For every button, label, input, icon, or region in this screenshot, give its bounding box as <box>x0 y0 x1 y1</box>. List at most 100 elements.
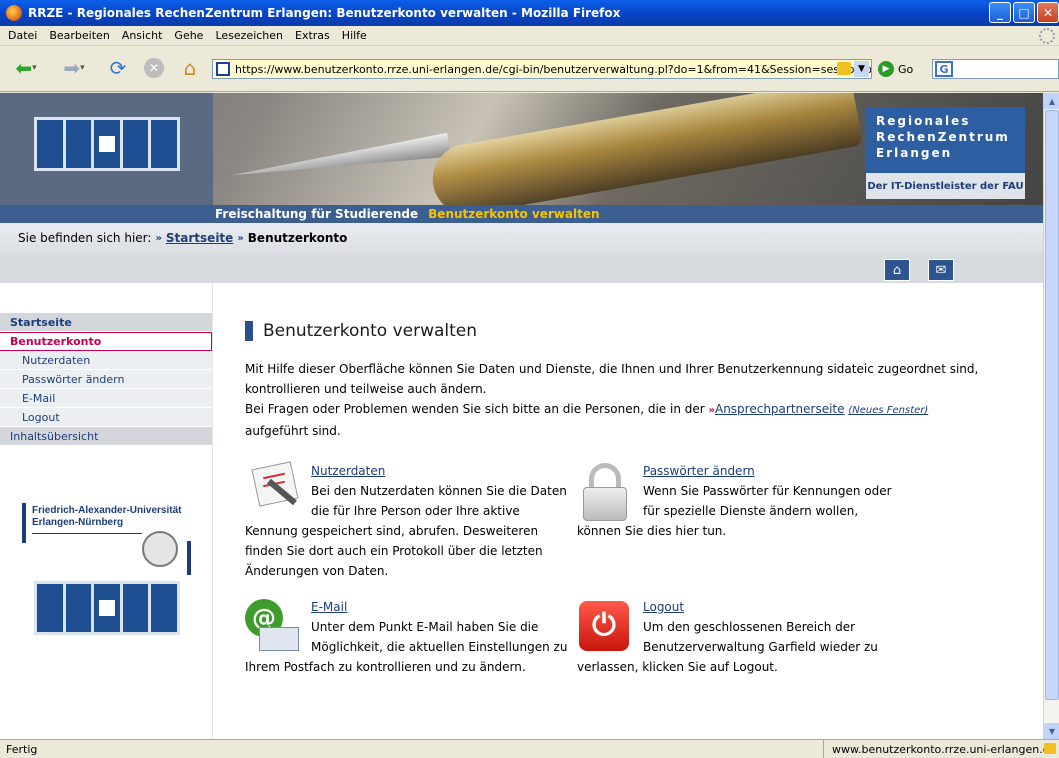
sidebar-item-passwoerter[interactable]: Passwörter ändern <box>0 370 212 389</box>
fau-name-line-2: Erlangen-Nürnberg <box>32 517 124 528</box>
status-text: Fertig <box>6 742 38 756</box>
brand-line-2: RechenZentrum <box>876 130 1010 144</box>
stop-icon: ✕ <box>144 58 164 78</box>
email-icon[interactable]: @ <box>245 599 303 657</box>
sidebar-item-inhaltsuebersicht[interactable]: Inhaltsübersicht <box>0 427 212 446</box>
scroll-thumb[interactable] <box>1045 110 1059 700</box>
site-icon <box>216 62 230 76</box>
new-window-note[interactable]: (Neues Fenster) <box>848 405 928 416</box>
sidebar-item-startseite[interactable]: Startseite <box>0 313 212 332</box>
status-host: www.benutzerkonto.rrze.uni-erlangen.de <box>823 740 1059 758</box>
window-title: RRZE - Regionales RechenZentrum Erlangen… <box>28 6 621 20</box>
back-button[interactable]: ⬅ ▾ <box>8 55 44 81</box>
feature-nutzerdaten: Nutzerdaten Bei den Nutzerdaten können S… <box>245 461 575 581</box>
utility-icon-bar: ⌂ ✉ <box>0 253 1043 283</box>
go-label: Go <box>898 62 914 76</box>
breadcrumb-home-link[interactable]: Startseite <box>166 231 233 245</box>
throbber-icon <box>1039 28 1055 44</box>
main-content: Benutzerkonto verwalten Mit Hilfe dieser… <box>245 283 1035 739</box>
breadcrumb-prefix: Sie befinden sich hier: <box>18 231 152 245</box>
status-host-text: www.benutzerkonto.rrze.uni-erlangen.de <box>832 742 1057 756</box>
stop-button[interactable]: ✕ <box>140 55 168 81</box>
sidebar-item-email[interactable]: E-Mail <box>0 389 212 408</box>
go-button[interactable]: ▶ Go <box>878 61 913 77</box>
rrze-logo-sidebar[interactable] <box>34 581 180 635</box>
back-arrow-icon: ⬅ <box>15 56 33 80</box>
browser-window: RRZE - Regionales RechenZentrum Erlangen… <box>0 0 1059 758</box>
url-dropdown-icon[interactable]: ▼ <box>854 61 869 77</box>
close-button[interactable]: ✕ <box>1037 2 1059 23</box>
ansprechpartner-link[interactable]: Ansprechpartnerseite <box>715 402 845 416</box>
url-field[interactable]: https://www.benutzerkonto.rrze.uni-erlan… <box>212 59 872 79</box>
search-input[interactable]: G <box>932 59 1059 79</box>
page-title-text: Benutzerkonto verwalten <box>263 321 478 341</box>
fau-logo[interactable]: Friedrich-Alexander-Universität Erlangen… <box>22 503 202 583</box>
nav-benutzerkonto[interactable]: Benutzerkonto verwalten <box>428 207 599 221</box>
title-marker <box>245 321 253 341</box>
url-text: https://www.benutzerkonto.rrze.uni-erlan… <box>235 62 872 76</box>
page-viewport: Regionales RechenZentrum Erlangen Der IT… <box>0 93 1043 739</box>
site-header: Regionales RechenZentrum Erlangen Der IT… <box>0 93 1043 205</box>
brand-subtitle: Der IT-Dienstleister der FAU <box>866 173 1025 199</box>
intro-paragraph-2: Bei Fragen oder Problemen wenden Sie sic… <box>245 402 705 416</box>
menu-bearbeiten[interactable]: Bearbeiten <box>49 29 109 42</box>
page-title: Benutzerkonto verwalten <box>245 321 477 341</box>
breadcrumb-arrow-icon: » <box>237 232 244 244</box>
mail-icon[interactable]: ✉ <box>928 259 954 281</box>
home-icon[interactable]: ⌂ <box>884 259 910 281</box>
minimize-button[interactable]: _ <box>989 2 1011 23</box>
intro-paragraph-3: aufgeführt sind. <box>245 424 341 438</box>
go-icon: ▶ <box>878 61 894 77</box>
sidebar: Startseite Benutzerkonto Nutzerdaten Pas… <box>0 283 213 739</box>
menu-extras[interactable]: Extras <box>295 29 330 42</box>
feature-email: @ E-Mail Unter dem Punkt E-Mail haben Si… <box>245 597 575 677</box>
maximize-button[interactable]: □ <box>1013 2 1035 23</box>
navigation-toolbar: ⬅ ▾ ➡ ▾ ⟳ ✕ ⌂ https://www.benutzerkonto.rr… <box>0 46 1059 92</box>
status-bar: Fertig www.benutzerkonto.rrze.uni-erlang… <box>0 739 1059 758</box>
menu-ansicht[interactable]: Ansicht <box>122 29 163 42</box>
intro-text: Mit Hilfe dieser Oberfläche können Sie D… <box>245 359 1035 441</box>
home-button[interactable]: ⌂ <box>176 55 204 81</box>
back-dropdown-icon[interactable]: ▾ <box>32 63 37 73</box>
rrze-brand-box[interactable]: Regionales RechenZentrum Erlangen <box>866 107 1025 173</box>
intro-paragraph-1: Mit Hilfe dieser Oberfläche können Sie D… <box>245 362 979 396</box>
padlock-icon[interactable] <box>577 463 635 521</box>
menu-datei[interactable]: Datei <box>8 29 37 42</box>
sidebar-item-benutzerkonto[interactable]: Benutzerkonto <box>0 332 212 351</box>
feature-passwoerter: Passwörter ändern Wenn Sie Passwörter fü… <box>577 461 897 541</box>
vertical-scrollbar[interactable]: ▲ ▼ <box>1043 93 1059 739</box>
nav-freischaltung[interactable]: Freischaltung für Studierende <box>215 207 418 221</box>
reload-icon: ⟳ <box>109 56 127 80</box>
scroll-down-icon[interactable]: ▼ <box>1044 723 1059 739</box>
breadcrumb-current: Benutzerkonto <box>247 231 348 245</box>
sidebar-item-nutzerdaten[interactable]: Nutzerdaten <box>0 351 212 370</box>
forward-arrow-icon: ➡ <box>63 56 81 80</box>
rrze-logo[interactable] <box>34 117 180 171</box>
forward-button[interactable]: ➡ ▾ <box>56 55 92 81</box>
title-bar: RRZE - Regionales RechenZentrum Erlangen… <box>0 0 1059 26</box>
power-icon[interactable]: ⏻ <box>577 599 635 657</box>
brand-line-3: Erlangen <box>876 146 953 160</box>
lock-icon[interactable] <box>837 62 851 75</box>
home-icon: ⌂ <box>183 56 197 80</box>
scroll-up-icon[interactable]: ▲ <box>1044 93 1059 109</box>
google-icon[interactable]: G <box>935 61 953 77</box>
menu-bar: Datei Bearbeiten Ansicht Gehe Lesezeiche… <box>0 26 1059 46</box>
reload-button[interactable]: ⟳ <box>104 55 132 81</box>
status-lock-icon[interactable] <box>1044 743 1056 754</box>
menu-lesezeichen[interactable]: Lesezeichen <box>215 29 283 42</box>
breadcrumb-arrow-icon: » <box>155 232 162 244</box>
menu-hilfe[interactable]: Hilfe <box>342 29 367 42</box>
logo-block <box>0 93 213 205</box>
firefox-icon <box>6 5 22 21</box>
notes-icon[interactable] <box>245 461 303 521</box>
fau-seal-icon <box>142 531 178 567</box>
fau-name-line-1: Friedrich-Alexander-Universität <box>32 505 182 516</box>
feature-logout: ⏻ Logout Um den geschlossenen Bereich de… <box>577 597 897 677</box>
pen-image <box>427 93 863 205</box>
menu-gehe[interactable]: Gehe <box>174 29 203 42</box>
pen-nib-image <box>229 133 450 187</box>
top-nav-strip: Freischaltung für Studierende Benutzerko… <box>0 205 1043 223</box>
sidebar-item-logout[interactable]: Logout <box>0 408 212 427</box>
forward-dropdown-icon[interactable]: ▾ <box>80 63 85 73</box>
